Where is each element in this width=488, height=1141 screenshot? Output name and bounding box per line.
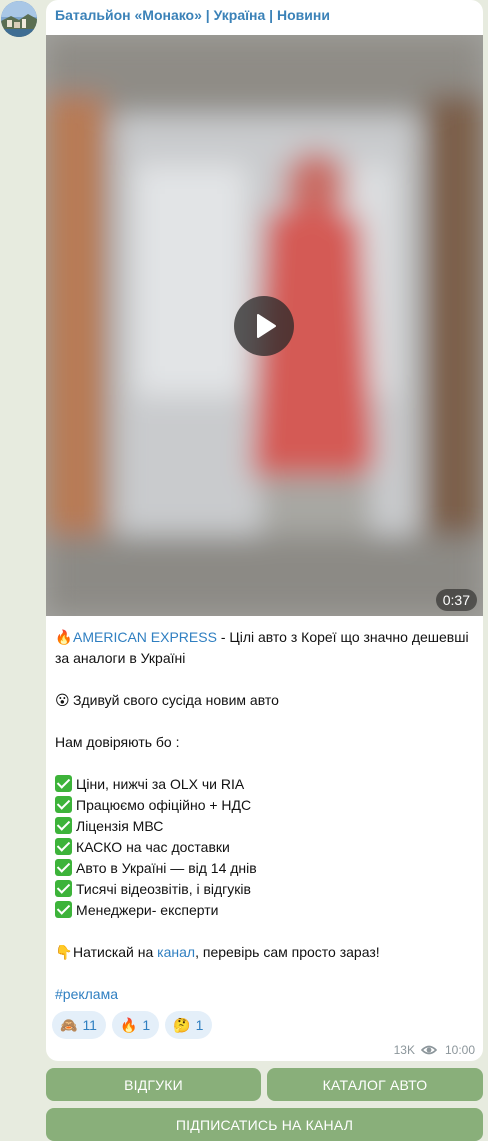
benefit-item: Ліцензія МВС (55, 816, 475, 837)
play-icon (257, 314, 276, 338)
reaction-thinking[interactable]: 🤔 1 (165, 1011, 213, 1039)
video-duration: 0:37 (435, 589, 477, 611)
benefit-text: Авто в Україні — від 14 днів (76, 860, 257, 876)
benefit-text: Ціни, нижчі за OLX чи RIA (76, 776, 245, 792)
message-meta: 13K 10:00 (394, 1043, 475, 1057)
cta-text-after: , перевірь сам просто зараз! (195, 944, 380, 960)
fire-icon: 🔥 (119, 1016, 138, 1033)
check-mark-icon (55, 859, 72, 876)
pointing-down-icon: 👇 (55, 944, 73, 960)
benefit-item: Менеджери- експерти (55, 900, 475, 921)
reaction-count: 1 (195, 1017, 204, 1033)
benefit-item: Тисячі відеозвітів, і відгуків (55, 879, 475, 900)
channel-link[interactable]: канал (157, 944, 195, 960)
play-button[interactable] (234, 296, 294, 356)
reaction-count: 1 (142, 1017, 151, 1033)
check-mark-icon (55, 775, 72, 792)
fire-icon: 🔥 (55, 629, 73, 645)
benefit-text: Менеджери- експерти (76, 902, 219, 918)
benefit-item: Працюємо офіційно + НДС (55, 795, 475, 816)
catalog-button[interactable]: КАТАЛОГ АВТО (267, 1068, 483, 1101)
post-text: 🔥AMERICAN EXPRESS - Цілі авто з Кореї що… (55, 627, 475, 1005)
reaction-fire[interactable]: 🔥 1 (111, 1011, 160, 1039)
view-count: 13K (393, 1043, 415, 1057)
benefit-text: Тисячі відеозвітів, і відгуків (76, 881, 251, 897)
video-preview[interactable]: 0:37 (46, 35, 483, 616)
trust-heading: Нам довіряють бо : (55, 734, 180, 750)
benefit-text: Ліцензія МВС (76, 818, 164, 834)
check-mark-icon (55, 838, 72, 855)
channel-avatar-image (1, 1, 37, 37)
reaction-count: 11 (82, 1017, 97, 1033)
astonished-face-icon: 😮 (55, 692, 70, 708)
benefit-item: Ціни, нижчі за OLX чи RIA (55, 774, 475, 795)
check-mark-icon (55, 817, 72, 834)
reviews-button[interactable]: ВІДГУКИ (46, 1068, 261, 1101)
channel-title[interactable]: Батальйон «Монако» | Україна | Новини (55, 7, 330, 23)
eye-icon (420, 1045, 437, 1055)
check-mark-icon (55, 796, 72, 813)
cta-line: 👇Натискай на канал, перевірь сам просто … (55, 942, 475, 963)
american-express-link[interactable]: AMERICAN EXPRESS (73, 629, 217, 645)
check-mark-icon (55, 901, 72, 918)
benefit-text: КАСКО на час доставки (76, 839, 230, 855)
message-bubble: Батальйон «Монако» | Україна | Новини 0:… (46, 0, 483, 1061)
thinking-face-icon: 🤔 (173, 1016, 191, 1033)
hashtag-link[interactable]: #реклама (55, 986, 118, 1002)
check-mark-icon (55, 880, 72, 897)
benefit-text: Працюємо офіційно + НДС (76, 797, 252, 813)
cta-text-before: Натискай на (73, 944, 158, 960)
benefit-item: КАСКО на час доставки (55, 837, 475, 858)
benefit-item: Авто в Україні — від 14 днів (55, 858, 475, 879)
surprise-text: Здивуй свого сусіда новим авто (73, 692, 279, 708)
reaction-see-no-evil[interactable]: 🙈 11 (52, 1011, 106, 1039)
message-time: 10:00 (444, 1043, 475, 1057)
channel-avatar[interactable] (1, 1, 37, 37)
subscribe-button[interactable]: ПІДПИСАТИСЬ НА КАНАЛ (46, 1108, 483, 1141)
post-intro-line: 🔥AMERICAN EXPRESS - Цілі авто з Кореї що… (55, 627, 475, 669)
surprise-line: 😮 Здивуй свого сусіда новим авто (55, 690, 475, 711)
see-no-evil-monkey-icon: 🙈 (60, 1016, 78, 1033)
reactions-bar: 🙈 11 🔥 1 🤔 1 (52, 1011, 213, 1039)
